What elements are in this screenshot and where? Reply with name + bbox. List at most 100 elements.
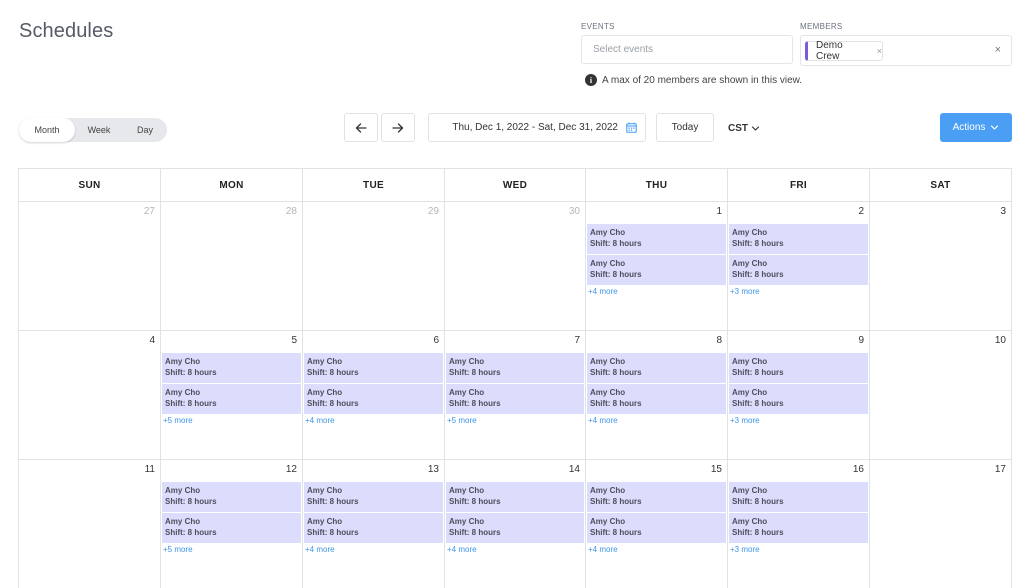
info-icon: i — [585, 74, 597, 86]
shift-event[interactable]: Amy Cho Shift: 8 hours — [587, 384, 726, 414]
calendar-day[interactable]: 14 Amy Cho Shift: 8 hours Amy Cho Shift: 8 h… — [445, 460, 586, 588]
more-events-link[interactable]: +3 more — [729, 287, 868, 296]
view-week-option[interactable]: Week — [75, 118, 123, 142]
shift-event[interactable]: Amy Cho Shift: 8 hours — [304, 513, 443, 543]
calendar-day[interactable]: 10 — [870, 331, 1012, 460]
more-events-link[interactable]: +4 more — [587, 545, 726, 554]
shift-event[interactable]: Amy Cho Shift: 8 hours — [304, 353, 443, 383]
chip-remove-icon[interactable]: × — [877, 46, 882, 56]
day-number: 15 — [710, 464, 722, 475]
prev-range-button[interactable] — [344, 113, 378, 142]
more-events-link[interactable]: +3 more — [729, 545, 868, 554]
calendar-day[interactable]: 28 — [161, 202, 303, 331]
shift-event[interactable]: Amy Cho Shift: 8 hours — [446, 384, 584, 414]
weekday-sat: SAT — [870, 169, 1012, 202]
shift-event[interactable]: Amy Cho Shift: 8 hours — [304, 482, 443, 512]
calendar-day[interactable]: 27 — [19, 202, 161, 331]
shift-event[interactable]: Amy Cho Shift: 8 hours — [729, 482, 868, 512]
day-events: Amy Cho Shift: 8 hours Amy Cho Shift: 8 hou… — [304, 353, 443, 425]
day-number: 30 — [568, 206, 580, 217]
shift-event[interactable]: Amy Cho Shift: 8 hours — [729, 384, 868, 414]
shift-event[interactable]: Amy Cho Shift: 8 hours — [446, 482, 584, 512]
event-shift-length: Shift: 8 hours — [732, 368, 784, 377]
more-events-link[interactable]: +5 more — [162, 545, 301, 554]
calendar-day[interactable]: 16 Amy Cho Shift: 8 hours Amy Cho Shift: 8 h… — [728, 460, 870, 588]
more-events-link[interactable]: +4 more — [446, 545, 584, 554]
calendar-day[interactable]: 1 Amy Cho Shift: 8 hours Amy Cho Shift: 8 ho… — [586, 202, 728, 331]
day-number: 12 — [285, 464, 297, 475]
shift-event[interactable]: Amy Cho Shift: 8 hours — [162, 513, 301, 543]
day-number: 3 — [1000, 206, 1006, 217]
events-input[interactable] — [582, 36, 792, 63]
more-events-link[interactable]: +4 more — [304, 416, 443, 425]
shift-event[interactable]: Amy Cho Shift: 8 hours — [729, 513, 868, 543]
event-shift-length: Shift: 8 hours — [165, 528, 217, 537]
event-shift-length: Shift: 8 hours — [590, 528, 642, 537]
shift-event[interactable]: Amy Cho Shift: 8 hours — [587, 513, 726, 543]
view-toggle: Month Week Day — [19, 118, 167, 142]
view-month-option[interactable]: Month — [19, 118, 75, 142]
shift-event[interactable]: Amy Cho Shift: 8 hours — [162, 482, 301, 512]
more-events-link[interactable]: +5 more — [446, 416, 584, 425]
clear-members-icon[interactable]: × — [995, 44, 1001, 56]
shift-event[interactable]: Amy Cho Shift: 8 hours — [587, 482, 726, 512]
calendar-day[interactable]: 12 Amy Cho Shift: 8 hours Amy Cho Shift: 8 h… — [161, 460, 303, 588]
shift-event[interactable]: Amy Cho Shift: 8 hours — [587, 224, 726, 254]
next-range-button[interactable] — [381, 113, 415, 142]
day-number: 4 — [149, 335, 155, 346]
calendar-day[interactable]: 13 Amy Cho Shift: 8 hours Amy Cho Shift: 8 h… — [303, 460, 445, 588]
timezone-select[interactable]: CST — [728, 120, 760, 136]
event-shift-length: Shift: 8 hours — [590, 239, 642, 248]
calendar-day[interactable]: 5 Amy Cho Shift: 8 hours Amy Cho Shift: 8 ho… — [161, 331, 303, 460]
more-events-link[interactable]: +5 more — [162, 416, 301, 425]
shift-event[interactable]: Amy Cho Shift: 8 hours — [304, 384, 443, 414]
shift-event[interactable]: Amy Cho Shift: 8 hours — [446, 513, 584, 543]
event-member-name: Amy Cho — [732, 486, 768, 495]
calendar-day[interactable]: 2 Amy Cho Shift: 8 hours Amy Cho Shift: 8 ho… — [728, 202, 870, 331]
event-member-name: Amy Cho — [307, 517, 343, 526]
calendar-day[interactable]: 7 Amy Cho Shift: 8 hours Amy Cho Shift: 8 ho… — [445, 331, 586, 460]
event-shift-length: Shift: 8 hours — [590, 270, 642, 279]
day-number: 9 — [858, 335, 864, 346]
event-member-name: Amy Cho — [165, 517, 201, 526]
event-member-name: Amy Cho — [449, 517, 485, 526]
view-day-option[interactable]: Day — [123, 118, 167, 142]
today-button[interactable]: Today — [656, 113, 714, 142]
calendar-day[interactable]: 6 Amy Cho Shift: 8 hours Amy Cho Shift: 8 ho… — [303, 331, 445, 460]
events-select[interactable] — [581, 35, 793, 64]
day-number: 13 — [427, 464, 439, 475]
event-shift-length: Shift: 8 hours — [732, 399, 784, 408]
date-range-picker[interactable]: Thu, Dec 1, 2022 - Sat, Dec 31, 2022 — [428, 113, 646, 142]
calendar-day[interactable]: 8 Amy Cho Shift: 8 hours Amy Cho Shift: 8 ho… — [586, 331, 728, 460]
calendar-day[interactable]: 3 — [870, 202, 1012, 331]
actions-button[interactable]: Actions — [940, 113, 1012, 142]
members-select[interactable]: Demo Crew × × — [800, 35, 1012, 66]
shift-event[interactable]: Amy Cho Shift: 8 hours — [587, 353, 726, 383]
weekday-mon: MON — [161, 169, 303, 202]
shift-event[interactable]: Amy Cho Shift: 8 hours — [162, 384, 301, 414]
calendar-day[interactable]: 15 Amy Cho Shift: 8 hours Amy Cho Shift: 8 h… — [586, 460, 728, 588]
calendar-day[interactable]: 4 — [19, 331, 161, 460]
calendar-day[interactable]: 29 — [303, 202, 445, 331]
shift-event[interactable]: Amy Cho Shift: 8 hours — [446, 353, 584, 383]
more-events-link[interactable]: +3 more — [729, 416, 868, 425]
more-events-link[interactable]: +4 more — [587, 287, 726, 296]
event-shift-length: Shift: 8 hours — [165, 497, 217, 506]
shift-event[interactable]: Amy Cho Shift: 8 hours — [587, 255, 726, 285]
calendar-day[interactable]: 11 — [19, 460, 161, 588]
more-events-link[interactable]: +4 more — [304, 545, 443, 554]
event-member-name: Amy Cho — [590, 517, 626, 526]
day-number: 5 — [291, 335, 297, 346]
calendar-day[interactable]: 9 Amy Cho Shift: 8 hours Amy Cho Shift: 8 ho… — [728, 331, 870, 460]
calendar-day[interactable]: 17 — [870, 460, 1012, 588]
event-member-name: Amy Cho — [590, 486, 626, 495]
calendar-day[interactable]: 30 — [445, 202, 586, 331]
actions-label: Actions — [952, 122, 986, 133]
shift-event[interactable]: Amy Cho Shift: 8 hours — [729, 255, 868, 285]
shift-event[interactable]: Amy Cho Shift: 8 hours — [729, 224, 868, 254]
shift-event[interactable]: Amy Cho Shift: 8 hours — [729, 353, 868, 383]
event-shift-length: Shift: 8 hours — [449, 368, 501, 377]
day-number: 28 — [285, 206, 297, 217]
more-events-link[interactable]: +4 more — [587, 416, 726, 425]
shift-event[interactable]: Amy Cho Shift: 8 hours — [162, 353, 301, 383]
